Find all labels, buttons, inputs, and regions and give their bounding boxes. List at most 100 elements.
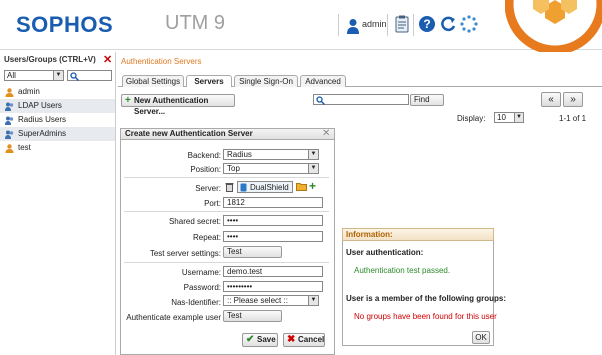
- position-label: Position:: [190, 165, 221, 174]
- new-server-button[interactable]: + New Authentication Server...: [121, 94, 235, 116]
- chevron-down-icon: ▼: [308, 150, 318, 159]
- server-object[interactable]: DualShield: [237, 181, 293, 193]
- groups-result: No groups have been found for this user: [354, 312, 497, 321]
- filter-select[interactable]: All ▼: [4, 70, 64, 81]
- authenticate-test-button[interactable]: Test: [223, 310, 282, 322]
- group-icon: [5, 102, 14, 111]
- password-field[interactable]: •••••••••: [223, 281, 323, 292]
- filter-search-input[interactable]: [67, 70, 112, 81]
- server-icon: [240, 183, 247, 192]
- filter-value: All: [7, 71, 16, 80]
- user-icon: [5, 88, 14, 97]
- list-item-label: SuperAdmins: [18, 129, 67, 138]
- user-icon: [5, 144, 14, 153]
- page-count: 1-1 of 1: [559, 114, 587, 123]
- test-server-button[interactable]: Test: [223, 246, 282, 258]
- clipboard-icon[interactable]: [393, 15, 411, 33]
- save-label: Save: [257, 335, 276, 344]
- find-button[interactable]: Find: [410, 94, 444, 106]
- tab-servers[interactable]: Servers: [186, 75, 232, 87]
- shared-secret-label: Shared secret:: [168, 217, 221, 226]
- new-server-label: New Authentication Server...: [134, 96, 209, 116]
- header-divider: [338, 14, 339, 36]
- backend-select[interactable]: Radius ▼: [223, 149, 319, 160]
- tab-global-settings[interactable]: Global Settings: [122, 75, 184, 87]
- backend-value: Radius: [227, 150, 252, 159]
- list-item-label: Radius Users: [18, 115, 67, 124]
- ok-button[interactable]: OK: [472, 331, 490, 344]
- search-icon: [316, 96, 325, 105]
- cancel-button[interactable]: ✖ Cancel: [283, 333, 325, 347]
- test-settings-label: Test server settings:: [149, 249, 221, 258]
- breadcrumb: Authentication Servers: [121, 57, 202, 66]
- list-item-label: LDAP Users: [18, 101, 62, 110]
- divider: [124, 262, 329, 263]
- cross-icon: ✖: [287, 334, 296, 345]
- list-item[interactable]: SuperAdmins: [0, 127, 115, 141]
- trash-icon[interactable]: [225, 182, 234, 192]
- nas-identifier-label: Nas-Identifier:: [171, 298, 221, 307]
- product-name: UTM 9: [165, 12, 225, 34]
- folder-icon[interactable]: [296, 182, 307, 191]
- info-title: Information:: [342, 228, 494, 241]
- chevron-down-icon: ▼: [308, 164, 318, 173]
- add-icon[interactable]: +: [309, 179, 316, 193]
- list-item[interactable]: LDAP Users: [0, 99, 115, 113]
- server-label: Server:: [195, 184, 221, 193]
- username-field[interactable]: demo.test: [223, 266, 323, 277]
- cancel-label: Cancel: [298, 335, 325, 344]
- save-button[interactable]: ✔ Save: [242, 333, 278, 347]
- position-value: Top: [227, 164, 240, 173]
- utm-emblem-icon: [505, 0, 602, 52]
- list-item[interactable]: Radius Users: [0, 113, 115, 127]
- nas-identifier-value: :: Please select ::: [227, 296, 288, 305]
- search-icon: [70, 72, 79, 81]
- close-icon[interactable]: ✕: [322, 128, 330, 139]
- auth-example-label: Authenticate example user: [126, 313, 221, 322]
- chevron-down-icon: ▼: [308, 296, 318, 305]
- position-select[interactable]: Top ▼: [223, 163, 319, 174]
- svg-text:?: ?: [423, 17, 430, 31]
- port-label: Port:: [204, 199, 221, 208]
- display-count-select[interactable]: 10 ▼: [494, 112, 524, 123]
- groups-heading: User is a member of the following groups…: [346, 294, 507, 303]
- information-popup: [342, 228, 494, 346]
- nas-identifier-select[interactable]: :: Please select :: ▼: [223, 295, 319, 306]
- tab-single-sign-on[interactable]: Single Sign-On: [234, 75, 298, 87]
- user-icon[interactable]: [346, 18, 360, 34]
- divider: [124, 211, 329, 212]
- divider: [124, 177, 329, 178]
- close-icon[interactable]: ✕: [103, 53, 112, 66]
- tab-advanced[interactable]: Advanced: [300, 75, 346, 87]
- server-value: DualShield: [250, 183, 289, 192]
- group-icon: [5, 116, 14, 125]
- backend-label: Backend:: [187, 151, 221, 160]
- help-icon[interactable]: ?: [418, 15, 436, 33]
- sophos-logo: SOPHOS: [16, 12, 114, 37]
- password-label: Password:: [183, 283, 221, 292]
- prev-page-icon[interactable]: «: [541, 92, 561, 107]
- search-input[interactable]: [313, 94, 409, 105]
- auth-heading: User authentication:: [346, 248, 424, 257]
- reload-icon[interactable]: [439, 15, 457, 33]
- username-label: Username:: [181, 268, 221, 277]
- auth-result: Authentication test passed.: [354, 266, 451, 275]
- list-item[interactable]: test: [0, 141, 115, 155]
- username-label[interactable]: admin: [362, 19, 387, 29]
- chevron-down-icon: ▼: [53, 71, 63, 80]
- dialog-title: Create new Authentication Server: [120, 128, 335, 140]
- group-icon: [5, 130, 14, 139]
- display-label: Display:: [457, 114, 486, 123]
- plus-icon: +: [125, 95, 131, 106]
- repeat-label: Repeat:: [192, 233, 221, 242]
- checkmark-icon: ✔: [246, 334, 255, 345]
- shared-secret-field[interactable]: ••••: [223, 215, 323, 226]
- display-value: 10: [497, 113, 506, 122]
- repeat-secret-field[interactable]: ••••: [223, 231, 323, 242]
- next-page-icon[interactable]: »: [563, 92, 583, 107]
- chevron-down-icon: ▼: [514, 113, 523, 122]
- header-divider: [413, 14, 414, 36]
- loading-spinner-icon: [460, 15, 478, 33]
- list-item[interactable]: admin: [0, 85, 115, 99]
- port-field[interactable]: 1812: [223, 197, 323, 208]
